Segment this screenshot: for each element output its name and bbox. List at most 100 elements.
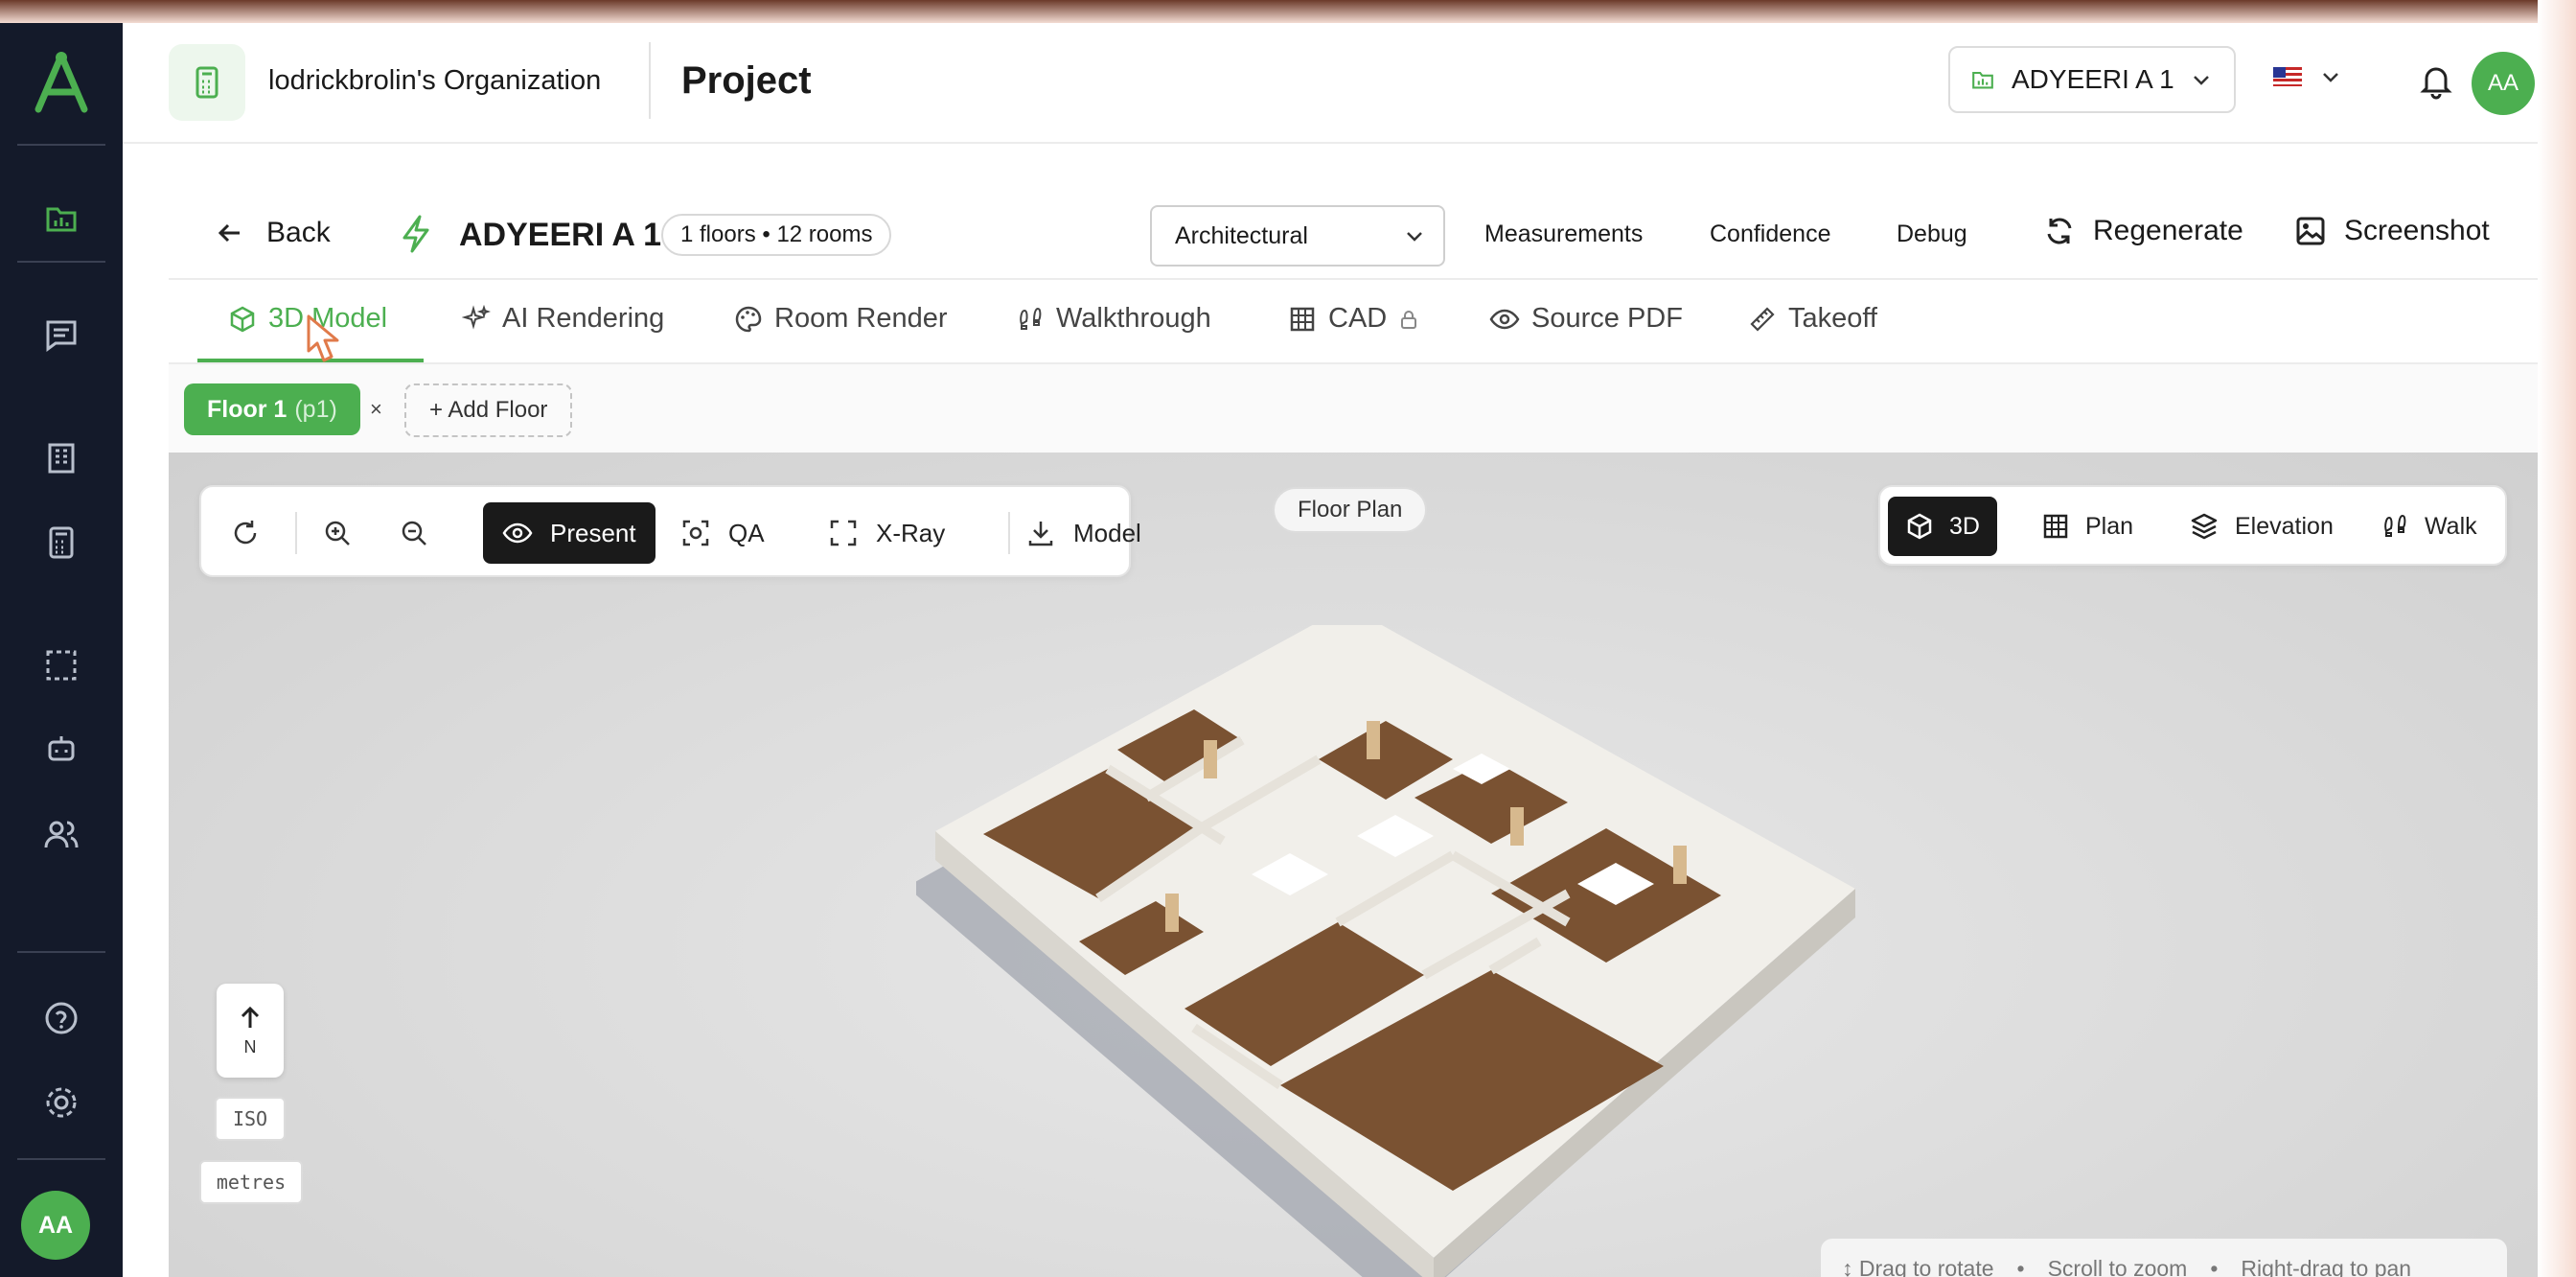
chat-icon[interactable] xyxy=(38,313,84,359)
sidebar-divider xyxy=(17,951,105,953)
sparkles-icon xyxy=(462,304,491,330)
users-icon[interactable] xyxy=(38,811,84,857)
3d-floor-model[interactable] xyxy=(916,625,2009,1277)
screenshot-label: Screenshot xyxy=(2344,215,2490,246)
palette-icon xyxy=(735,306,762,332)
confidence-button[interactable]: Confidence xyxy=(1710,221,1830,248)
3d-viewport[interactable]: Present QA X-Ray Model Floor Plan 3D Pla… xyxy=(169,453,2538,1277)
add-floor-button[interactable]: + Add Floor xyxy=(404,383,573,437)
arrow-up-icon xyxy=(241,1006,260,1028)
present-button[interactable]: Present xyxy=(483,502,656,564)
tab-label: Source PDF xyxy=(1531,303,1683,334)
view-mode-switcher: 3D Plan Elevation Walk xyxy=(1878,485,2507,566)
tab-walkthrough[interactable]: Walkthrough xyxy=(1016,303,1211,335)
tab-cad[interactable]: CAD xyxy=(1288,303,1419,335)
reset-view-icon[interactable] xyxy=(226,514,264,552)
toolbar-divider xyxy=(295,512,297,554)
floors-rooms-badge: 1 floors • 12 rooms xyxy=(661,214,892,256)
grid-icon xyxy=(2043,514,2068,539)
bolt-icon xyxy=(402,215,429,253)
units-toggle[interactable]: metres xyxy=(199,1160,303,1204)
controls-hint: ↕ Drag to rotate • Scroll to zoom • Righ… xyxy=(1821,1239,2507,1277)
back-label: Back xyxy=(266,217,331,248)
model-base xyxy=(935,625,1855,1258)
calculator-icon[interactable] xyxy=(38,520,84,566)
cube-icon xyxy=(1907,513,1932,540)
sidebar-divider xyxy=(17,261,105,263)
app-logo-icon[interactable] xyxy=(31,50,92,117)
fullscreen-icon xyxy=(830,520,857,546)
floor-chip-label: Floor 1 xyxy=(207,395,288,423)
floor-selector: Floor 1 (p1) × + Add Floor xyxy=(169,364,2538,453)
model-title: ADYEERI A 1 xyxy=(459,217,661,253)
us-flag-icon xyxy=(2273,67,2302,86)
tab-label: CAD xyxy=(1328,303,1388,334)
robot-icon[interactable] xyxy=(38,727,84,773)
top-header: lodrickbrolin's Organization Project ADY… xyxy=(123,23,2538,144)
measurements-button[interactable]: Measurements xyxy=(1484,221,1643,248)
chevron-down-icon xyxy=(2323,73,2338,82)
help-icon[interactable] xyxy=(38,995,84,1041)
project-select-value: ADYEERI A 1 xyxy=(2012,64,2174,94)
hint-zoom: Scroll to zoom xyxy=(2047,1256,2188,1277)
mode-label: 3D xyxy=(1949,512,1980,540)
sidebar: AA xyxy=(0,23,123,1277)
present-label: Present xyxy=(550,518,636,547)
org-calculator-icon xyxy=(169,44,245,121)
xray-button[interactable]: X-Ray xyxy=(809,502,964,564)
scan-eye-icon xyxy=(682,520,709,546)
tab-takeoff[interactable]: Takeoff xyxy=(1748,303,1877,335)
tab-source-pdf[interactable]: Source PDF xyxy=(1489,303,1683,335)
header-avatar[interactable]: AA xyxy=(2472,52,2535,115)
building-icon[interactable] xyxy=(38,435,84,481)
organization-name[interactable]: lodrickbrolin's Organization xyxy=(268,65,601,97)
floor-plan-toggle[interactable]: Floor Plan xyxy=(1273,487,1428,533)
page-title: Project xyxy=(681,59,812,102)
regenerate-button[interactable]: Regenerate xyxy=(2043,215,2243,247)
download-model-button[interactable]: Model xyxy=(1006,502,1161,564)
mode-label: Plan xyxy=(2085,512,2134,540)
screenshot-button[interactable]: Screenshot xyxy=(2294,215,2490,247)
iso-view-button[interactable]: ISO xyxy=(215,1097,286,1141)
mode-3d-button[interactable]: 3D xyxy=(1888,497,1997,556)
gear-icon[interactable] xyxy=(38,1080,84,1126)
selection-icon[interactable] xyxy=(38,642,84,688)
qa-label: QA xyxy=(728,518,765,547)
floor-chip[interactable]: Floor 1 (p1) xyxy=(184,383,360,435)
eye-icon xyxy=(1489,309,1520,329)
discipline-select[interactable]: Architectural xyxy=(1150,205,1445,267)
project-icon[interactable] xyxy=(38,196,84,242)
zoom-out-icon[interactable] xyxy=(395,514,433,552)
discipline-value: Architectural xyxy=(1175,221,1308,249)
download-icon xyxy=(1028,522,1053,546)
compass-widget[interactable]: N xyxy=(217,984,284,1078)
tab-ai-rendering[interactable]: AI Rendering xyxy=(462,303,664,335)
bell-icon[interactable] xyxy=(2417,61,2455,100)
arrow-left-icon xyxy=(218,223,240,243)
mode-plan-button[interactable]: Plan xyxy=(2024,497,2150,556)
debug-button[interactable]: Debug xyxy=(1897,221,1967,248)
tab-room-render[interactable]: Room Render xyxy=(734,303,948,335)
qa-button[interactable]: QA xyxy=(661,502,784,564)
mode-label: Walk xyxy=(2425,512,2477,540)
user-avatar[interactable]: AA xyxy=(21,1191,90,1260)
viewport-toolbar: Present QA X-Ray Model xyxy=(199,485,1141,577)
mouse-cursor-icon xyxy=(307,314,339,362)
zoom-in-icon[interactable] xyxy=(318,514,356,552)
back-button[interactable]: Back xyxy=(217,217,331,249)
view-tabs: 3D Model AI Rendering Room Render Walkth… xyxy=(169,280,2538,364)
project-select[interactable]: ADYEERI A 1 xyxy=(1948,46,2236,113)
compass-label: N xyxy=(243,1036,257,1056)
mode-walk-button[interactable]: Walk xyxy=(2363,497,2495,556)
remove-floor-button[interactable]: × xyxy=(370,397,382,422)
footprints-icon xyxy=(1020,307,1042,330)
mode-label: Elevation xyxy=(2235,512,2334,540)
mode-elevation-button[interactable]: Elevation xyxy=(2172,497,2351,556)
window-top-edge xyxy=(0,0,2576,23)
window-right-edge xyxy=(2538,0,2576,1277)
language-select[interactable] xyxy=(2273,65,2342,88)
lock-icon xyxy=(1401,310,1417,329)
regenerate-label: Regenerate xyxy=(2093,215,2243,246)
xray-label: X-Ray xyxy=(876,518,946,547)
footprints-icon xyxy=(2384,514,2406,537)
